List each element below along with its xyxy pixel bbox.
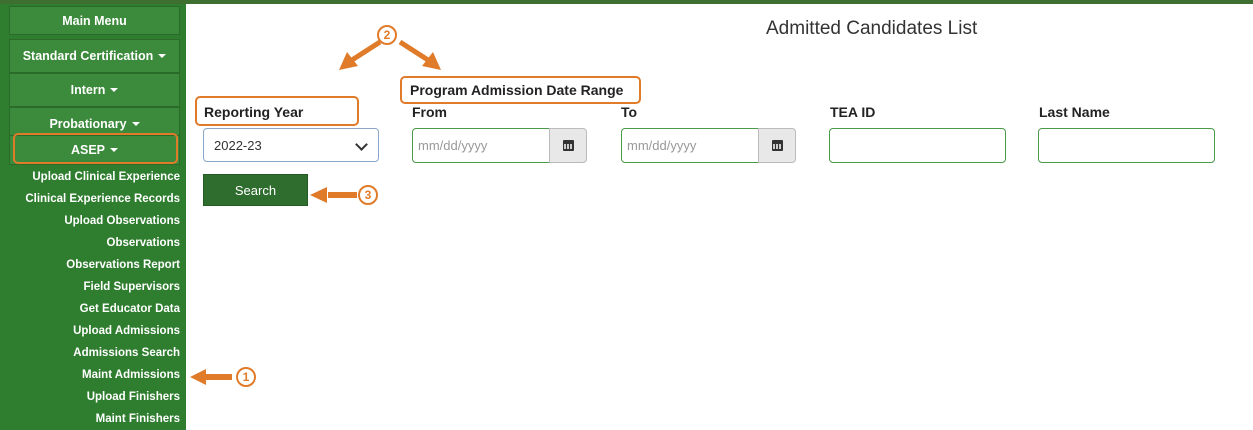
arrow-1-head [190,369,206,385]
arrow-2-right-head [422,52,441,70]
annotation-number-3: 3 [358,185,378,205]
annotation-number-2: 2 [377,25,397,45]
arrow-2-right-shaft [398,39,430,63]
annotation-arrows [190,39,441,385]
arrow-2-left-shaft [350,39,382,63]
annotation-number-1: 1 [236,367,256,387]
arrow-2-left-head [339,52,358,70]
arrow-3-head [310,187,327,203]
